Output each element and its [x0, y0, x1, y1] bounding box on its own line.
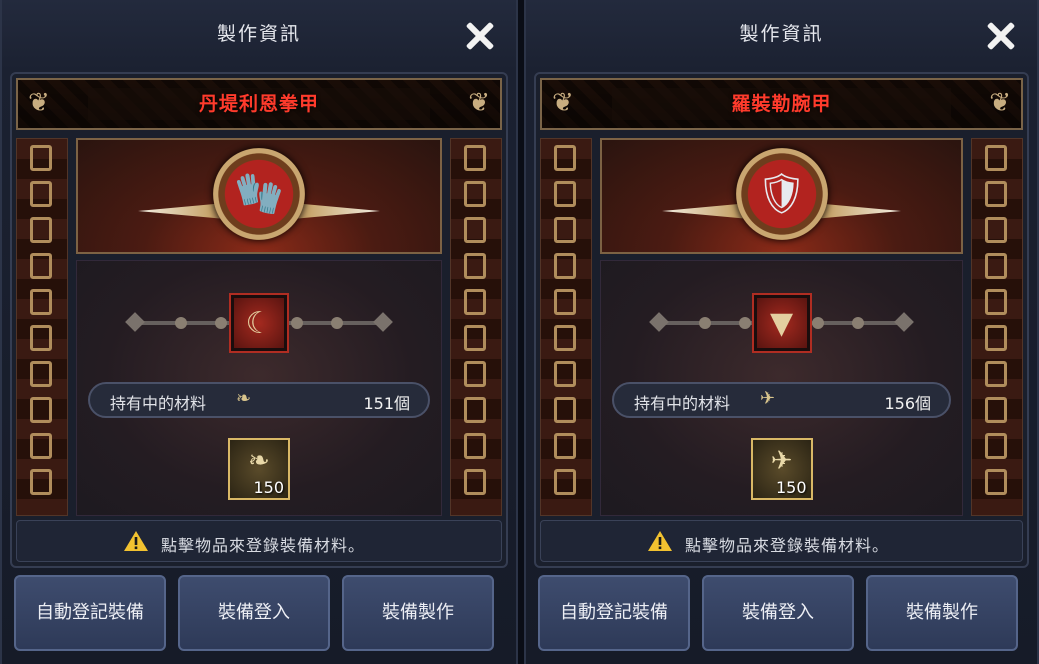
item-name: 丹堤利恩拳甲: [198, 93, 319, 115]
warning-icon: [123, 530, 149, 552]
claw-icon: ☾: [245, 306, 273, 341]
notice-bar: 點擊物品來登錄裝備材料。: [16, 520, 502, 562]
warning-icon: [647, 530, 673, 552]
item-name-banner: ❦ ❦ 羅裝勒腕甲: [540, 78, 1023, 130]
action-buttons: 自動登記裝備 裝備登入 裝備製作: [14, 575, 504, 651]
craft-equipment-button[interactable]: 裝備製作: [342, 575, 494, 651]
material-slot[interactable]: ▼: [751, 293, 812, 353]
required-material-slot[interactable]: ✈ 150: [750, 438, 813, 500]
bracer-icon: 🛡: [756, 171, 807, 217]
notice-text: 點擊物品來登錄裝備材料。: [161, 536, 366, 555]
fang-icon: ▼: [769, 306, 794, 341]
item-name: 羅裝勒腕甲: [731, 93, 832, 115]
crafting-frame: ❦ ❦ 丹堤利恩拳甲 🧤 ☾ 持有中的材料 ❧ 151個 ❧ 150 點擊物品來…: [10, 72, 508, 568]
notice-bar: 點擊物品來登錄裝備材料。: [540, 520, 1023, 562]
held-materials-label: 持有中的材料: [634, 394, 731, 413]
panel-title: 製作資訊: [216, 23, 301, 45]
material-slot[interactable]: ☾: [229, 293, 289, 353]
held-materials-count: 151個: [363, 394, 410, 413]
auto-register-button[interactable]: 自動登記裝備: [538, 575, 690, 651]
item-name-banner: ❦ ❦ 丹堤利恩拳甲: [16, 78, 502, 130]
held-materials-bar: 持有中的材料 ✈ 156個: [612, 382, 951, 418]
required-quantity: 150: [253, 478, 284, 497]
required-quantity: 150: [775, 478, 807, 497]
chain-decoration-right: [450, 138, 502, 516]
material-small-icon: ✈: [760, 388, 776, 409]
panel-header: 製作資訊: [526, 14, 1037, 54]
chain-decoration-left: [16, 138, 68, 516]
claw-icon: ❧: [248, 446, 270, 476]
notice-text: 點擊物品來登錄裝備材料。: [685, 536, 890, 555]
register-equipment-button[interactable]: 裝備登入: [702, 575, 854, 651]
item-emblem-area: 🛡: [600, 138, 963, 254]
required-material-slot[interactable]: ❧ 150: [228, 438, 290, 500]
crafting-info-panel-right: 製作資訊 ❦ ❦ 羅裝勒腕甲 🛡 ▼ 持有中的材料 ✈ 156個 ✈ 150 點…: [524, 0, 1039, 664]
chain-decoration-left: [540, 138, 592, 516]
gauntlet-icon: 🧤: [234, 171, 284, 217]
target-item-slot[interactable]: 🛡: [735, 148, 828, 240]
held-materials-count: 156個: [884, 394, 931, 413]
auto-register-button[interactable]: 自動登記裝備: [14, 575, 166, 651]
target-item-slot[interactable]: 🧤: [213, 148, 305, 240]
held-materials-label: 持有中的材料: [110, 394, 207, 413]
action-buttons: 自動登記裝備 裝備登入 裝備製作: [538, 575, 1025, 651]
crafting-frame: ❦ ❦ 羅裝勒腕甲 🛡 ▼ 持有中的材料 ✈ 156個 ✈ 150 點擊物品來登…: [534, 72, 1029, 568]
register-equipment-button[interactable]: 裝備登入: [178, 575, 330, 651]
fang-icon: ✈: [770, 446, 793, 476]
close-icon[interactable]: [985, 20, 1017, 52]
item-emblem-area: 🧤: [76, 138, 442, 254]
craft-equipment-button[interactable]: 裝備製作: [866, 575, 1018, 651]
chain-decoration-right: [971, 138, 1023, 516]
close-icon[interactable]: [464, 20, 496, 52]
held-materials-bar: 持有中的材料 ❧ 151個: [88, 382, 430, 418]
crafting-info-panel-left: 製作資訊 ❦ ❦ 丹堤利恩拳甲 🧤 ☾ 持有中的材料 ❧ 151個 ❧ 150 …: [0, 0, 518, 664]
panel-title: 製作資訊: [739, 23, 824, 45]
panel-header: 製作資訊: [2, 14, 516, 54]
material-small-icon: ❧: [236, 388, 252, 409]
